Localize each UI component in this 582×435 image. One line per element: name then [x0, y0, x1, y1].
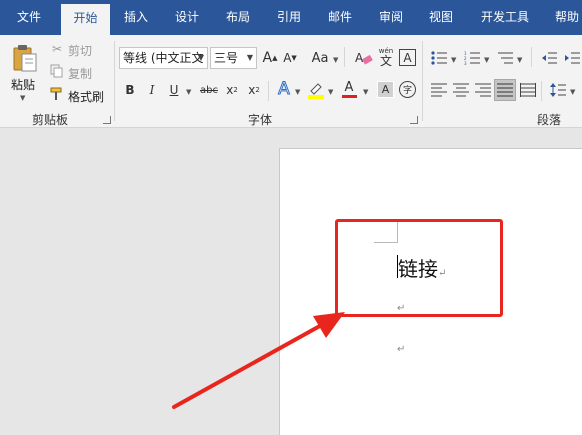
pointer-arrow-icon: [172, 312, 345, 409]
